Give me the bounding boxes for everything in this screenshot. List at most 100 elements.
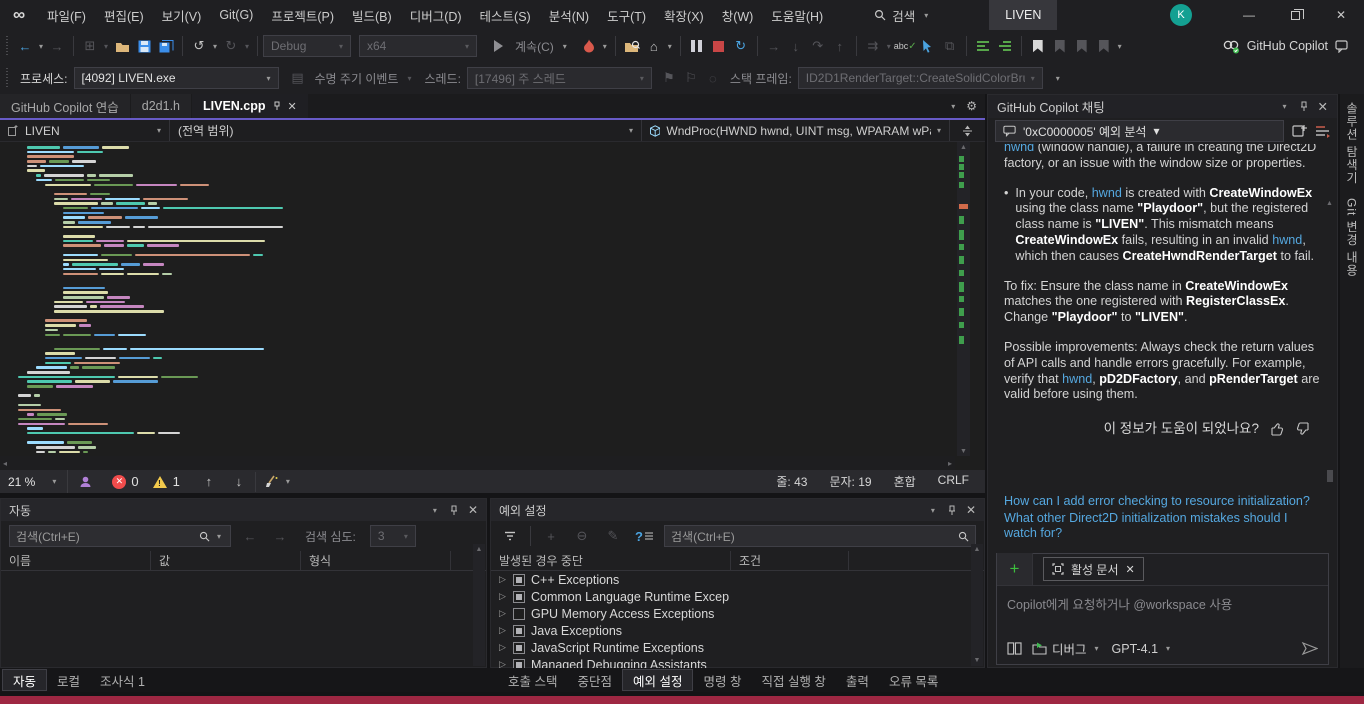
step-over-button[interactable]: ↷ xyxy=(807,35,829,57)
send-icon[interactable] xyxy=(1301,641,1318,656)
filter-icon[interactable] xyxy=(499,525,521,547)
menu-item[interactable]: 프로젝트(P) xyxy=(262,0,343,30)
error-count[interactable]: ✕ 0 xyxy=(112,471,138,493)
followup-link[interactable]: How can I add error checking to resource… xyxy=(1004,494,1323,510)
warning-count[interactable]: ! 1 xyxy=(153,471,180,493)
project-dropdown[interactable]: LIVEN▾ xyxy=(0,120,170,141)
document-list-dropdown[interactable]: ▾ xyxy=(948,102,958,111)
code-cleanup-button[interactable] xyxy=(261,471,283,493)
lifecycle-dropdown[interactable]: ▾ xyxy=(404,74,414,83)
panel-tab[interactable]: 예외 설정 xyxy=(622,669,693,691)
solution-platform-combo[interactable]: x64▾ xyxy=(359,35,477,57)
restore-button[interactable] xyxy=(1272,0,1318,30)
panel-tab[interactable]: 직접 실행 창 xyxy=(751,669,835,691)
open-file-button[interactable] xyxy=(111,35,133,57)
exception-row[interactable]: ▷ Java Exceptions xyxy=(491,622,984,639)
followup-link[interactable]: What other Direct2D initialization mista… xyxy=(1004,511,1323,542)
panel-tab[interactable]: 자동 xyxy=(2,669,47,691)
exception-row[interactable]: ▷ GPU Memory Access Exceptions xyxy=(491,605,984,622)
model-picker-dropdown[interactable]: GPT-4.1 ▾ xyxy=(1112,642,1174,656)
menu-item[interactable]: 분석(N) xyxy=(540,0,598,30)
search-next-button[interactable]: → xyxy=(269,525,291,547)
break-all-button[interactable] xyxy=(686,35,708,57)
add-context-button[interactable]: + xyxy=(997,553,1033,585)
menu-item[interactable]: 빌드(B) xyxy=(343,0,401,30)
editor-tab[interactable]: GitHub Copilot 연습 ✕ xyxy=(0,94,130,118)
stop-debugging-button[interactable] xyxy=(708,35,730,57)
exceptions-search-input[interactable]: 검색(Ctrl+E) xyxy=(664,525,976,547)
menu-item[interactable]: 도구(T) xyxy=(598,0,655,30)
pin-icon[interactable] xyxy=(449,505,459,516)
step-into-button[interactable]: ↓ xyxy=(785,35,807,57)
member-dropdown[interactable]: WndProc(HWND hwnd, UINT msg, WPARAM wPar… xyxy=(642,120,950,141)
browser-link-dropdown[interactable]: ▾ xyxy=(665,42,675,51)
panel-tab[interactable]: 출력 xyxy=(836,669,879,691)
rename-button[interactable] xyxy=(917,35,939,57)
pin-icon[interactable] xyxy=(272,101,282,111)
panel-tab[interactable]: 로컬 xyxy=(47,669,90,691)
search-depth-combo[interactable]: 3▾ xyxy=(370,525,416,547)
scroll-up-arrow[interactable]: ▲ xyxy=(1326,196,1333,212)
expand-arrow-icon[interactable]: ▷ xyxy=(499,591,507,602)
intellicode-icon[interactable] xyxy=(74,471,96,493)
search-prev-button[interactable]: ← xyxy=(239,525,261,547)
active-document-chip[interactable]: 활성 문서 ✕ xyxy=(1043,557,1144,581)
redo-button[interactable]: ↻ xyxy=(220,35,242,57)
menu-item[interactable]: 도움말(H) xyxy=(762,0,832,30)
chat-scrollbar[interactable]: ▲ ▼ xyxy=(1324,196,1336,482)
expand-arrow-icon[interactable]: ▷ xyxy=(499,574,507,585)
exception-row[interactable]: ▷ JavaScript Runtime Exceptions xyxy=(491,639,984,656)
exception-checkbox[interactable] xyxy=(513,642,525,654)
continue-dropdown[interactable]: ▾ xyxy=(560,42,570,51)
thread-combo[interactable]: [17496] 주 스레드▾ xyxy=(467,67,652,89)
column-indicator[interactable]: 문자: 19 xyxy=(829,473,871,490)
exception-row[interactable]: ▷ Common Language Runtime Excep xyxy=(491,588,984,605)
increase-indent-button[interactable] xyxy=(994,35,1016,57)
bookmarks-dropdown[interactable]: ▾ xyxy=(1115,42,1125,51)
redo-dropdown[interactable]: ▾ xyxy=(242,42,252,51)
breakpoint-tool-dropdown[interactable]: ▾ xyxy=(884,42,894,51)
context-scope-dropdown[interactable]: 디버그 ▾ xyxy=(1032,639,1102,658)
next-issue-button[interactable]: ↓ xyxy=(228,471,250,493)
gear-icon[interactable]: ⚙ xyxy=(966,99,977,113)
hot-reload-dropdown[interactable]: ▾ xyxy=(600,42,610,51)
scroll-up-arrow[interactable]: ▲ xyxy=(957,142,970,152)
menu-item[interactable]: 보기(V) xyxy=(153,0,211,30)
editor-horizontal-scrollbar[interactable]: ◂ ▸ xyxy=(0,456,955,470)
menu-item[interactable]: 테스트(S) xyxy=(471,0,540,30)
scrollbar-thumb[interactable] xyxy=(1327,470,1333,482)
editor-vertical-scrollbar[interactable]: ▲ ▼ xyxy=(957,142,970,456)
column-header-break[interactable]: 발생된 경우 중단 xyxy=(491,551,731,570)
navigate-back-dropdown[interactable]: ▾ xyxy=(36,42,46,51)
close-button[interactable]: ✕ xyxy=(1318,0,1364,30)
expand-arrow-icon[interactable]: ▷ xyxy=(499,608,507,619)
pin-icon[interactable] xyxy=(1299,101,1309,112)
window-position-dropdown[interactable]: ▾ xyxy=(928,506,938,515)
references-book-icon[interactable] xyxy=(1007,642,1022,655)
copy-structure-icon[interactable]: ⧉ xyxy=(939,35,961,57)
menu-item[interactable]: 파일(F) xyxy=(38,0,95,30)
code-cleanup-dropdown[interactable]: ▾ xyxy=(283,477,293,486)
new-chat-icon[interactable] xyxy=(1292,124,1307,138)
exception-row[interactable]: ▷ C++ Exceptions xyxy=(491,571,984,588)
save-button[interactable] xyxy=(133,35,155,57)
autos-scrollbar[interactable]: ▲ xyxy=(473,544,485,666)
search-options-dropdown[interactable]: ▾ xyxy=(214,532,224,541)
new-window-dropdown[interactable]: ▾ xyxy=(101,42,111,51)
toolbar-overflow-dropdown[interactable]: ▾ xyxy=(1053,74,1063,83)
undo-button[interactable]: ↺ xyxy=(188,35,210,57)
column-header-condition[interactable]: 조건 xyxy=(731,551,849,570)
restore-defaults-icon[interactable]: ? xyxy=(633,525,655,547)
copilot-panel-header[interactable]: GitHub Copilot 채팅 ▾ ✕ xyxy=(988,95,1337,118)
continue-label[interactable]: 계속(C) xyxy=(515,38,554,55)
toggle-bookmark-button[interactable] xyxy=(1027,35,1049,57)
menu-item[interactable]: 확장(X) xyxy=(655,0,713,30)
remove-exception-button[interactable]: ⊖ xyxy=(571,525,593,547)
copilot-toolbar-button[interactable]: GitHub Copilot xyxy=(1223,39,1350,54)
column-header[interactable]: 이름 xyxy=(1,551,151,570)
thumbs-down-icon[interactable] xyxy=(1295,421,1311,437)
pin-icon[interactable] xyxy=(947,505,957,516)
lifecycle-events-icon[interactable]: ▤ xyxy=(287,67,309,89)
code-editor[interactable] xyxy=(0,142,985,456)
panel-tab[interactable]: 명령 창 xyxy=(693,669,751,691)
